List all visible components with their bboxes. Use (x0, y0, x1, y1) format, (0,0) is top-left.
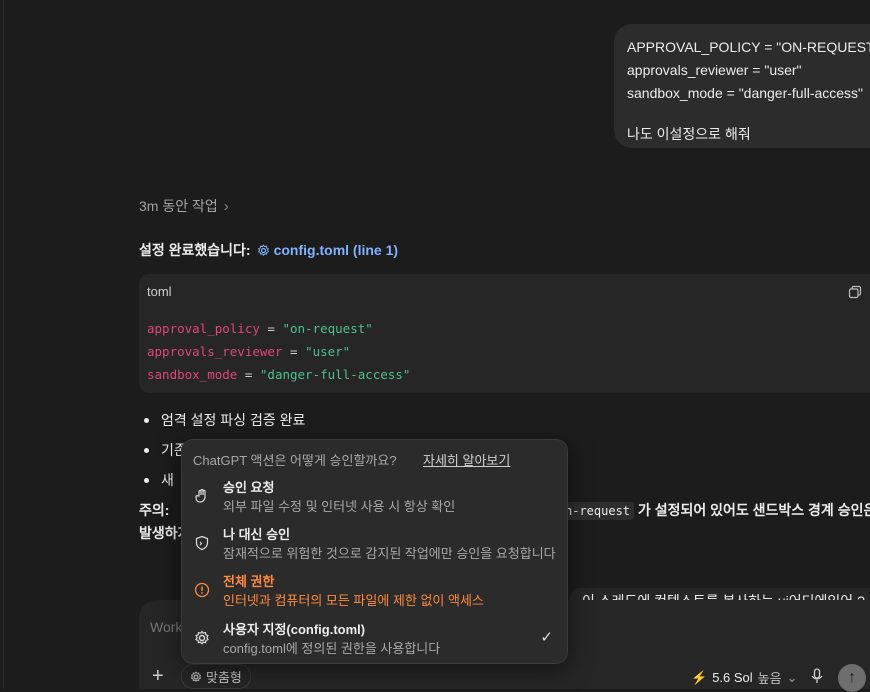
option-title: 나 대신 승인 (223, 527, 291, 542)
option-title: 사용자 지정(config.toml) (223, 622, 366, 637)
done-text: 설정 완료했습니다: (139, 242, 251, 258)
note-prefix: 주의: (139, 502, 170, 518)
worked-duration-toggle[interactable]: 3m 동안 작업 › (139, 196, 229, 216)
worked-duration-label: 3m 동안 작업 (139, 198, 218, 214)
permissions-button[interactable]: 맞춤형 (181, 664, 251, 689)
assistant-done-line: 설정 완료했습니다: config.toml (line 1) (139, 240, 398, 260)
user-message-request: 나도 이설정으로 해줘 (627, 126, 751, 142)
user-message-line: approvals_reviewer = "user" (627, 62, 802, 78)
send-button[interactable]: ↑ (838, 664, 866, 692)
bolt-icon: ⚡ (691, 669, 708, 685)
chevron-down-icon: ⌄ (786, 669, 798, 685)
model-label: 5.6 Sol (712, 670, 753, 685)
composer-input[interactable]: Work (150, 619, 182, 635)
sidebar-divider (3, 0, 4, 689)
user-message-line: APPROVAL_POLICY = "ON-REQUEST" (627, 39, 870, 55)
approval-mode-menu: ChatGPT 액션은 어떻게 승인할까요? 자세히 알아보기 승인 요청 외부… (181, 439, 568, 664)
shield-icon (195, 535, 209, 551)
option-description: 잠재적으로 위험한 것으로 감지된 작업에만 승인을 요청합니다 (223, 546, 556, 561)
permissions-label: 맞춤형 (206, 670, 242, 685)
user-message-bubble: APPROVAL_POLICY = "ON-REQUEST" approvals… (614, 24, 870, 148)
menu-header: ChatGPT 액션은 어떻게 승인할까요? (193, 453, 397, 468)
effort-label: 높음 (757, 671, 782, 686)
menu-option-auto-approve[interactable]: 나 대신 승인 잠재적으로 위험한 것으로 감지된 작업에만 승인을 요청합니다 (182, 523, 567, 569)
warning-icon (194, 582, 210, 598)
menu-option-full-access[interactable]: 전체 권한 인터넷과 컴퓨터의 모든 파일에 제한 없이 액세스 (182, 570, 567, 616)
hand-icon (195, 488, 206, 503)
code-line: approval_policy = "on-request" (147, 321, 373, 336)
add-attachment-button[interactable]: + (152, 666, 164, 686)
copy-icon[interactable] (848, 285, 862, 299)
checkmark-icon: ✓ (540, 629, 553, 646)
option-description: 인터넷과 컴퓨터의 모든 파일에 제한 없이 액세스 (223, 593, 484, 608)
list-item: 엄격 설정 파싱 검증 완료 (139, 405, 305, 435)
code-line: approvals_reviewer = "user" (147, 344, 351, 359)
option-description: 외부 파일 수정 및 인터넷 사용 시 항상 확인 (223, 499, 456, 514)
learn-more-link[interactable]: 자세히 알아보기 (423, 450, 510, 469)
code-line: sandbox_mode = "danger-full-access" (147, 367, 411, 382)
menu-option-request-approval[interactable]: 승인 요청 외부 파일 수정 및 인터넷 사용 시 항상 확인 (182, 476, 567, 522)
microphone-icon[interactable] (810, 668, 824, 684)
chevron-right-icon: › (223, 197, 229, 215)
gear-icon (190, 670, 202, 682)
option-title: 전체 권한 (223, 574, 275, 589)
user-message-line: sandbox_mode = "danger-full-access" (627, 85, 864, 101)
code-language-label: toml (147, 284, 172, 299)
file-reference-link[interactable]: config.toml (line 1) (257, 242, 398, 258)
model-selector[interactable]: ⚡ 5.6 Sol 높음 ⌄ (691, 668, 798, 687)
file-reference-label: config.toml (line 1) (273, 242, 399, 258)
code-block: toml approval_policy = "on-request" appr… (139, 274, 870, 393)
option-title: 승인 요청 (223, 480, 275, 495)
gear-icon (257, 243, 269, 256)
gear-icon (195, 630, 209, 645)
option-description: config.toml에 정의된 권한을 사용합니다 (223, 641, 441, 656)
code-content: approval_policy = "on-request" approvals… (147, 317, 410, 386)
menu-option-custom-config[interactable]: 사용자 지정(config.toml) config.toml에 정의된 권한을… (182, 618, 567, 664)
note-tail: n-request 가 설정되어 있어도 샌드박스 경계 승인은 (561, 499, 870, 523)
